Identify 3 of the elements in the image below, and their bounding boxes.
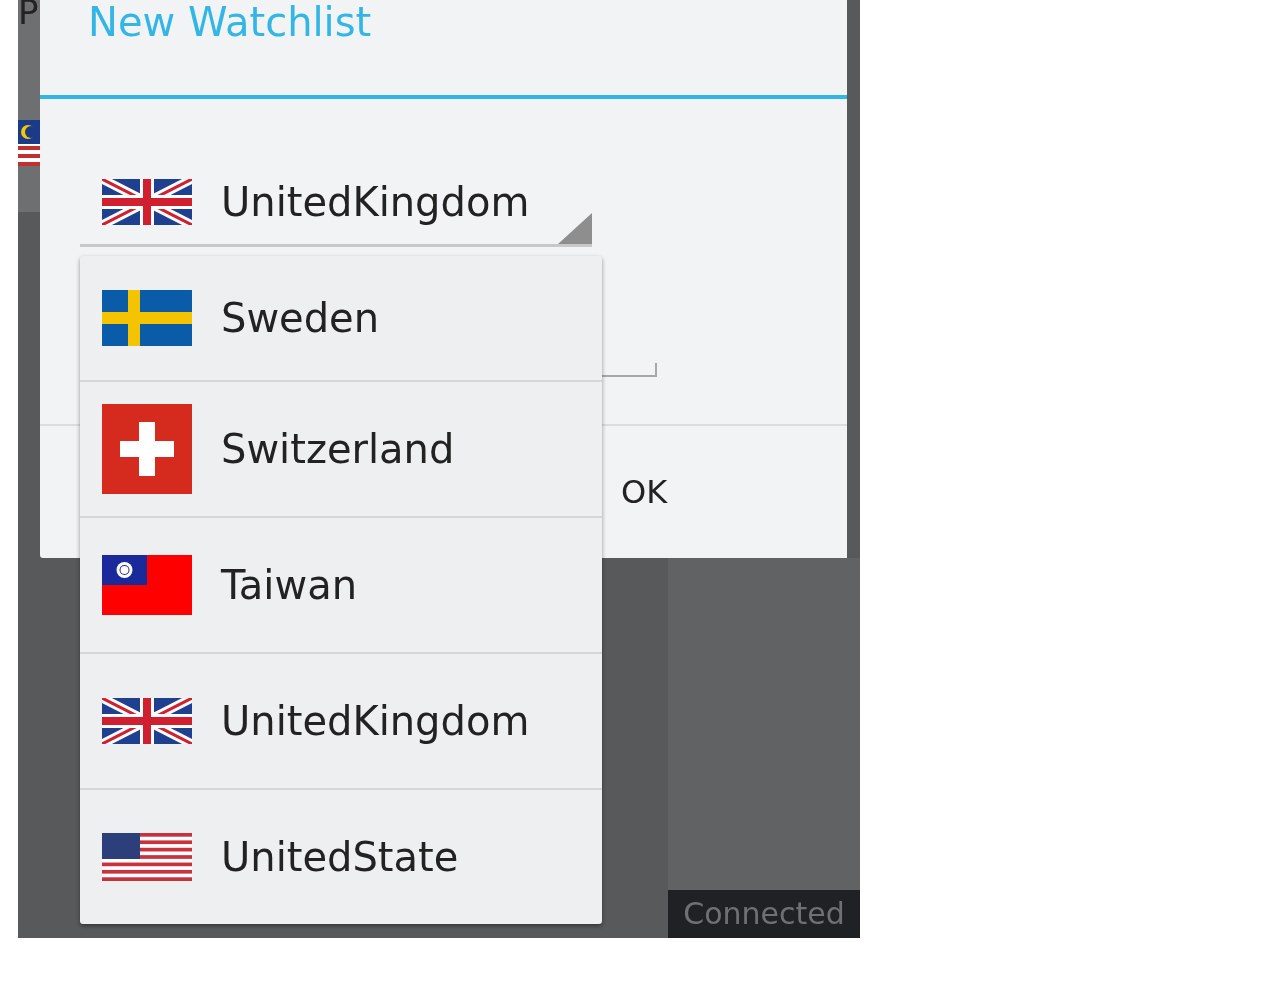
status-text: Connected — [668, 890, 860, 938]
heading-text: P — [18, 0, 39, 32]
dialog-title: New Watchlist — [88, 0, 372, 44]
